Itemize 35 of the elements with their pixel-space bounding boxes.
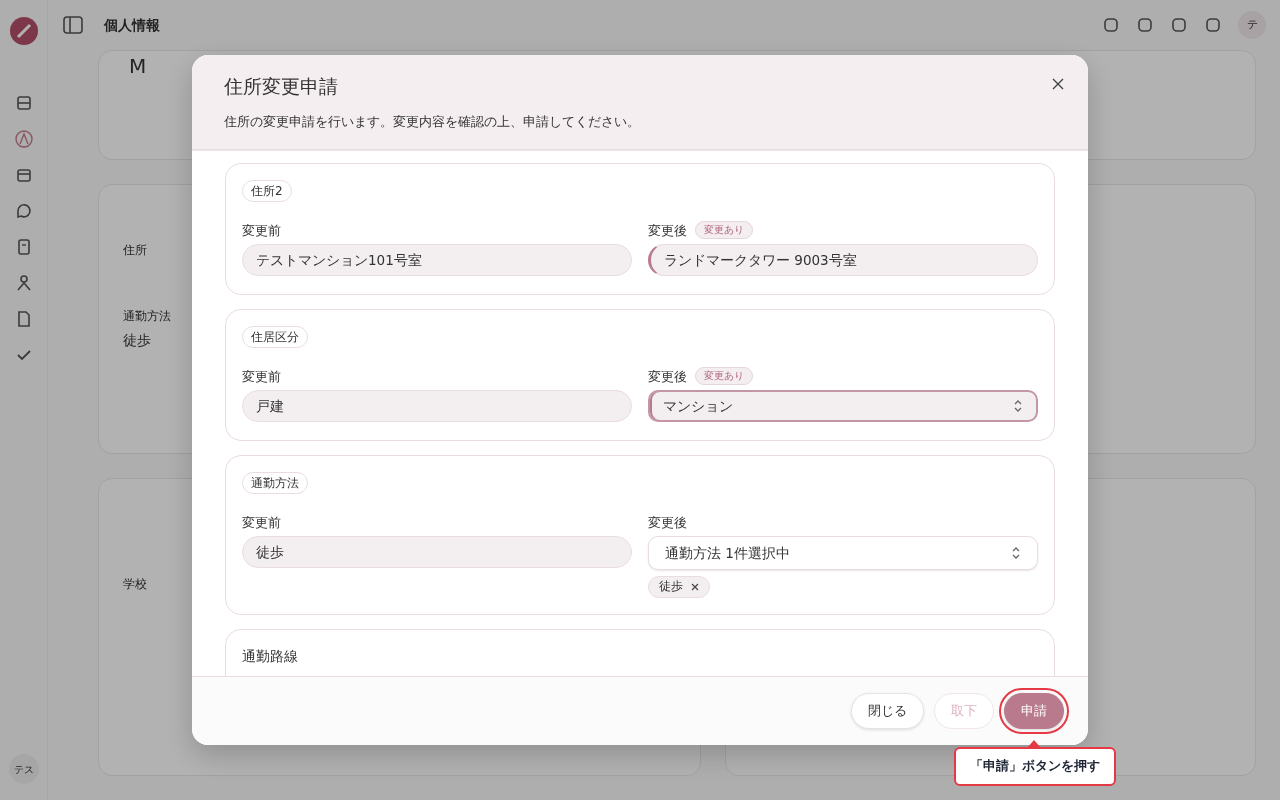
dialog-button[interactable]: 閉じる [851,693,924,729]
field-label: 学校 [123,577,147,591]
readonly-field: 戸建 [242,390,632,423]
grid-icon[interactable] [14,94,33,112]
chevron-icon [1013,399,1023,414]
field-label: 変更前 [242,513,281,532]
readonly-field: 徒歩 [242,536,632,569]
card-text: M [129,54,147,78]
readonly-field: テストマンション101号室 [242,244,632,277]
multi-select-field[interactable]: 通勤方法 1件選択中 [648,536,1038,571]
page-title: 個人情報 [104,15,160,35]
field-label: 変更後 [648,367,687,386]
field-label: 住所 [123,243,147,257]
field-label: 変更後 [648,513,687,532]
field-value: 徒歩 [123,331,151,348]
chevron-icon [1011,546,1021,561]
remove-icon[interactable] [691,582,699,591]
field-label: 変更前 [242,367,281,386]
field-label: 変更後 [648,221,687,240]
user-avatar[interactable]: テ [1238,11,1266,39]
dialog-description: 住所の変更申請を行います。変更内容を確認の上、申請してください。 [224,112,641,131]
field-label: 変更前 [242,221,281,240]
sidebar-toggle-icon[interactable] [62,14,84,36]
selected-chip[interactable]: 徒歩 [648,576,710,598]
field-label: 通勤方法 [123,309,171,324]
select-field[interactable]: マンション [648,390,1038,423]
logo-icon [8,16,39,46]
instruction-callout: 「申請」ボタンを押す [954,747,1116,786]
changed-badge: 変更あり [695,221,753,240]
user-avatar[interactable]: テス [8,754,39,784]
dialog-title: 住所変更申請 [224,75,339,98]
changed-badge: 変更あり [695,367,753,386]
section-heading: 通勤路線 [242,646,299,666]
input-field[interactable]: ランドマークタワー 9003号室 [648,244,1038,277]
close-icon[interactable] [1052,78,1064,90]
